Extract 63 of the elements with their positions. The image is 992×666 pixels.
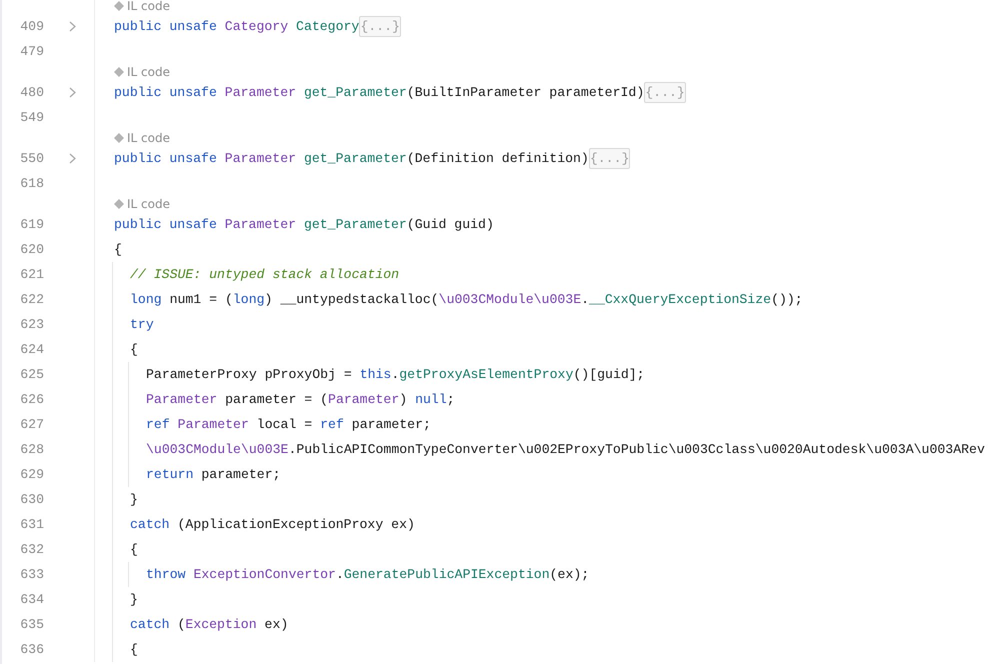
inlay-hint[interactable]: IL code <box>114 65 170 79</box>
line-number: 624 <box>19 342 44 357</box>
code-line: { <box>130 342 138 357</box>
code-line: public unsafe Parameter get_Parameter(BuiltInParameter parameterId) <box>114 85 644 100</box>
chevron-right-icon[interactable] <box>69 153 76 164</box>
code-line: } <box>130 492 138 507</box>
hint-label: IL code <box>127 65 170 79</box>
line-number: 628 <box>19 442 44 457</box>
hint-label: IL code <box>127 197 170 211</box>
code-line: ref Parameter local = ref parameter; <box>146 417 431 432</box>
line-number: 619 <box>19 217 44 232</box>
line-number: 549 <box>19 110 44 125</box>
line-number: 630 <box>19 492 44 507</box>
line-number: 634 <box>19 592 44 607</box>
inlay-hint[interactable]: IL code <box>114 131 170 145</box>
line-number: 622 <box>19 292 44 307</box>
code-line: \u003CModule\u003E.PublicAPICommonTypeConverter\u002EProxyToPublic\u003Cclass\u0020Autodesk\u003A\u003ARev <box>146 442 985 457</box>
line-number: 620 <box>19 242 44 257</box>
code-line: Parameter parameter = (Parameter) null; <box>146 392 455 407</box>
line-number: 636 <box>19 642 44 657</box>
diamond-icon <box>114 1 124 11</box>
code-line: return parameter; <box>146 467 281 482</box>
code-line: // ISSUE: untyped stack allocation <box>130 267 400 282</box>
line-number: 625 <box>19 367 44 382</box>
diamond-icon <box>114 133 124 143</box>
diamond-icon <box>114 199 124 209</box>
code-line: } <box>130 592 138 607</box>
line-number: 632 <box>19 542 44 557</box>
code-line: { <box>130 642 138 657</box>
line-number: 480 <box>19 85 44 100</box>
code-line: throw ExceptionConvertor.GeneratePublicAPIException(ex); <box>146 567 590 582</box>
hint-label: IL code <box>127 131 170 145</box>
code-line: public unsafe Parameter get_Parameter(Guid guid) <box>114 217 494 232</box>
folded-code-placeholder[interactable]: {...} <box>359 16 401 37</box>
code-line: { <box>114 242 122 257</box>
line-number: 479 <box>19 44 44 59</box>
line-number: 631 <box>19 517 44 532</box>
line-number: 633 <box>19 567 44 582</box>
chevron-right-icon[interactable] <box>69 21 76 32</box>
line-number: 618 <box>19 176 44 191</box>
code-line: ParameterProxy pProxyObj = this.getProxyAsElementProxy()[guid]; <box>146 367 645 382</box>
code-line: catch (ApplicationExceptionProxy ex) <box>130 517 415 532</box>
code-line: long num1 = (long) __untypedstackalloc(\u003CModule\u003E.__CxxQueryExceptionSize()); <box>130 292 803 307</box>
code-line: try <box>130 317 154 332</box>
folded-code-placeholder[interactable]: {...} <box>644 82 686 103</box>
line-number: 627 <box>19 417 44 432</box>
diamond-icon <box>114 67 124 77</box>
code-line: catch (Exception ex) <box>130 617 288 632</box>
inlay-hint[interactable]: IL code <box>114 0 170 13</box>
line-number: 621 <box>19 267 44 282</box>
line-number: 623 <box>19 317 44 332</box>
code-line: { <box>130 542 138 557</box>
chevron-right-icon[interactable] <box>69 87 76 98</box>
code-line: public unsafe Category Category <box>114 19 360 34</box>
inlay-hint[interactable]: IL code <box>114 197 170 211</box>
line-number: 626 <box>19 392 44 407</box>
folded-code-placeholder[interactable]: {...} <box>588 148 630 169</box>
line-number: 629 <box>19 467 44 482</box>
code-line: public unsafe Parameter get_Parameter(Definition definition) <box>114 151 589 166</box>
hint-label: IL code <box>127 0 170 13</box>
line-number: 635 <box>19 617 44 632</box>
line-number: 409 <box>19 19 44 34</box>
line-number: 550 <box>19 151 44 166</box>
